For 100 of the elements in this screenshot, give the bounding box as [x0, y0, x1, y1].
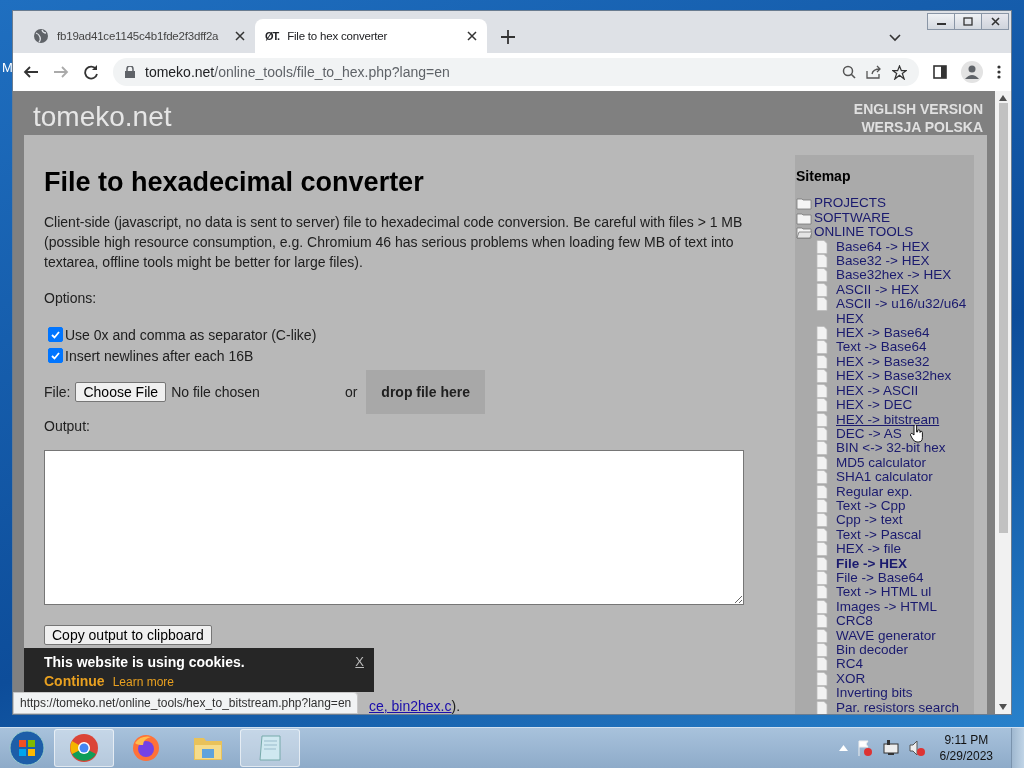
sitemap-link[interactable]: XOR: [836, 671, 866, 687]
sitemap-link[interactable]: Base32hex -> HEX: [836, 268, 952, 283]
source-link[interactable]: ce, bin2hex.c: [369, 698, 452, 714]
page-icon: [816, 412, 828, 427]
page-icon: [816, 498, 828, 513]
globe-icon: [33, 28, 49, 44]
page-icon: [816, 340, 828, 355]
checkbox[interactable]: [48, 348, 63, 363]
close-icon[interactable]: [467, 31, 477, 41]
sitemap-link[interactable]: HEX -> DEC: [836, 398, 913, 413]
zoom-icon[interactable]: [842, 65, 856, 79]
sitemap-link[interactable]: Text -> Base64: [836, 340, 927, 355]
sitemap-link[interactable]: ASCII -> u16/u32/u64 HEX: [836, 297, 974, 327]
sitemap-link[interactable]: ONLINE TOOLS: [814, 225, 914, 240]
page-icon: [816, 254, 828, 269]
address-bar[interactable]: tomeko.net/online_tools/file_to_hex.php?lang=en: [113, 58, 919, 86]
reload-icon[interactable]: [83, 64, 99, 80]
page-icon: [816, 628, 828, 643]
start-button[interactable]: [8, 729, 46, 767]
sitemap-link[interactable]: Base64 -> HEX: [836, 239, 930, 255]
sitemap-link[interactable]: HEX -> Base64: [836, 326, 930, 341]
sitemap-link[interactable]: HEX -> Base32: [836, 354, 930, 370]
page-icon: [816, 657, 828, 672]
back-icon[interactable]: [23, 64, 39, 80]
cookie-close[interactable]: X: [355, 654, 364, 669]
page-icon: [816, 671, 828, 686]
sitemap-link[interactable]: BIN <-> 32-bit hex: [836, 441, 946, 456]
star-icon[interactable]: [892, 64, 907, 80]
sitemap-link[interactable]: Regular exp.: [836, 484, 913, 499]
browser-tab[interactable]: ØT. File to hex converter: [255, 19, 487, 53]
speaker-muted-icon[interactable]: [907, 739, 926, 757]
page-icon: [816, 455, 828, 470]
menu-icon[interactable]: [997, 65, 1001, 79]
status-tooltip: https://tomeko.net/online_tools/hex_to_bitstream.php?lang=en: [13, 692, 359, 714]
page-icon: [816, 383, 828, 398]
clock[interactable]: 9:11 PM 6/29/2023: [939, 732, 993, 764]
sitemap-link[interactable]: ASCII -> HEX: [836, 282, 919, 298]
sitemap-link[interactable]: Bin decoder: [836, 643, 909, 658]
option-label: Insert newlines after each 16B: [65, 347, 254, 364]
page-icon: [816, 643, 828, 657]
sitemap-link[interactable]: Text -> Cpp: [836, 498, 906, 514]
restore-icon[interactable]: [963, 17, 973, 26]
learn-more-link[interactable]: Learn more: [112, 675, 175, 689]
chevron-down-icon[interactable]: [889, 34, 901, 42]
description: Client-side (javascript, no data is sent to server) file to hexadecimal code conversion. Be careful with files > 1 MB (possible high resource consumption, e.g. Chromium 46 has serious problems when loading few MB of text into textarea, offline tools might be better for large files).: [44, 213, 744, 272]
sitemap-link[interactable]: CRC8: [836, 614, 873, 629]
sitemap-link[interactable]: Base32 -> HEX: [836, 254, 930, 269]
sitemap-link[interactable]: WAVE generator: [836, 628, 936, 643]
close-icon[interactable]: [990, 17, 1000, 26]
sitemap-link[interactable]: HEX -> ASCII: [836, 383, 919, 399]
network-icon[interactable]: [881, 739, 900, 757]
page-icon: [816, 700, 828, 714]
flag-error-icon[interactable]: [855, 739, 874, 757]
copy-button[interactable]: Copy output to clipboard: [44, 625, 212, 645]
choose-file-button[interactable]: Choose File: [75, 382, 167, 402]
sitemap-link[interactable]: File -> HEX: [836, 556, 907, 571]
sitemap-link[interactable]: Text -> Pascal: [836, 527, 922, 543]
close-icon[interactable]: [235, 31, 245, 41]
page-icon: [816, 398, 828, 413]
page-icon: [816, 686, 828, 701]
side-panel-icon[interactable]: [933, 65, 947, 79]
sitemap-link[interactable]: File -> Base64: [836, 570, 924, 586]
page-title: File to hexadecimal converter: [44, 167, 425, 198]
chrome-icon[interactable]: [69, 733, 99, 763]
sitemap-link[interactable]: Images -> HTML: [836, 599, 937, 615]
checkmark-icon: [51, 330, 60, 339]
sitemap-link[interactable]: HEX -> bitstream: [836, 412, 940, 427]
favicon: ØT.: [265, 30, 280, 42]
sitemap-link[interactable]: Text -> HTML ul: [836, 585, 932, 600]
share-icon[interactable]: [866, 65, 882, 79]
page-icon: [816, 556, 828, 571]
page-icon: [816, 585, 828, 600]
sitemap-link[interactable]: MD5 calculator: [836, 455, 927, 471]
page-icon: [816, 354, 828, 369]
sitemap-link[interactable]: Inverting bits: [836, 686, 913, 701]
page-icon: [816, 239, 828, 254]
scroll-down-icon[interactable]: [999, 704, 1007, 710]
firefox-icon[interactable]: [131, 733, 161, 763]
drop-zone[interactable]: drop file here: [366, 370, 485, 414]
hand-cursor-icon: [910, 424, 924, 443]
sitemap-link[interactable]: SOFTWARE: [814, 210, 890, 226]
scrollbar-thumb[interactable]: [998, 103, 1008, 533]
sitemap-link[interactable]: DEC -> AS: [836, 426, 902, 442]
sitemap-link[interactable]: HEX -> Base32hex: [836, 369, 952, 384]
sitemap-link[interactable]: PROJECTS: [814, 196, 886, 211]
page-icon: [816, 282, 828, 297]
browser-tab[interactable]: fb19ad41ce1145c4b1fde2f3dff2a: [23, 19, 255, 53]
page-icon: [816, 599, 828, 614]
sitemap-link[interactable]: Cpp -> text: [836, 513, 903, 528]
output-label: Output:: [44, 418, 91, 434]
sitemap-link[interactable]: HEX -> file: [836, 542, 901, 557]
sitemap-link[interactable]: Par. resistors search: [836, 700, 960, 714]
option-label: Use 0x and comma as separator (C-like): [65, 326, 317, 343]
sitemap-link[interactable]: SHA1 calculator: [836, 470, 933, 485]
scroll-up-icon[interactable]: [999, 95, 1007, 101]
checkbox[interactable]: [48, 327, 63, 342]
profile-icon[interactable]: [961, 61, 983, 83]
continue-link[interactable]: Continue: [44, 673, 105, 689]
new-tab-icon[interactable]: [501, 30, 515, 44]
sitemap-link[interactable]: RC4: [836, 657, 863, 672]
